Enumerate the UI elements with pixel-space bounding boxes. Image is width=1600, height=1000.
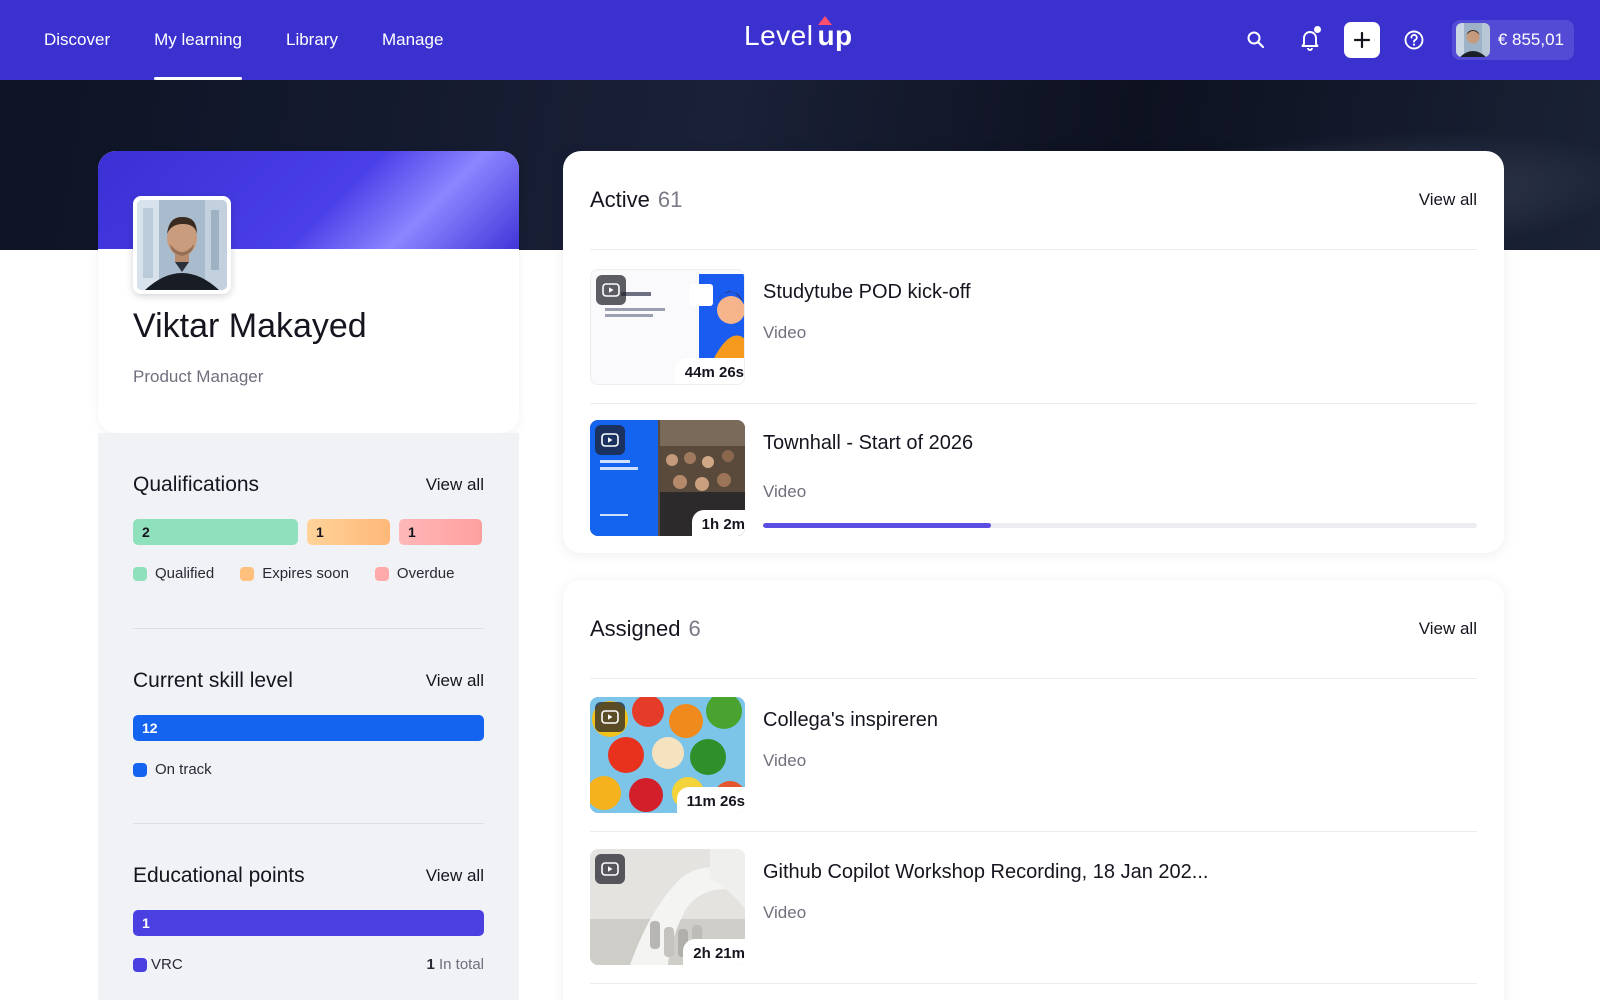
- video-thumbnail: 2h 21m: [590, 849, 745, 965]
- logo-text-up: up: [817, 16, 852, 51]
- legend-on-track: On track: [133, 761, 212, 778]
- nav-my-learning[interactable]: My learning: [154, 0, 242, 80]
- header-actions: € 855,01: [1222, 20, 1574, 60]
- educational-points-legend: VRC 1 In total: [133, 956, 484, 973]
- play-icon: [595, 425, 625, 455]
- avatar: [1455, 23, 1490, 57]
- qualifications-view-all-link[interactable]: View all: [426, 475, 484, 495]
- profile-name: Viktar Makayed: [133, 307, 367, 345]
- qualifications-bar: 2 1 1: [133, 519, 484, 545]
- item-title[interactable]: Studytube POD kick-off: [763, 281, 971, 304]
- video-thumbnail: 1h 2m: [590, 420, 745, 536]
- list-item[interactable]: 44m 26s Studytube POD kick-off Video: [590, 269, 1477, 385]
- card-divider: [590, 831, 1477, 832]
- skill-level-title: Current skill level: [133, 669, 293, 692]
- section-divider: [133, 628, 484, 629]
- section-divider: [133, 823, 484, 824]
- item-type: Video: [763, 751, 807, 770]
- educational-points-total: 1 In total: [426, 956, 484, 973]
- expires-soon-segment[interactable]: 1: [307, 519, 390, 545]
- legend-expires-soon: Expires soon: [240, 565, 349, 582]
- item-title[interactable]: Townhall - Start of 2026: [763, 432, 973, 455]
- list-item[interactable]: 11m 26s Collega's inspireren Video: [590, 697, 1477, 813]
- list-item[interactable]: 1h 2m Townhall - Start of 2026 Video: [590, 420, 1477, 536]
- logo-text-level: Level: [744, 20, 814, 51]
- profile-card: Viktar Makayed Product Manager: [98, 151, 519, 433]
- educational-points-title: Educational points: [133, 864, 305, 887]
- qualified-segment[interactable]: 2: [133, 519, 298, 545]
- play-icon: [595, 854, 625, 884]
- main-nav: Discover My learning Library Manage: [44, 0, 443, 80]
- profile-avatar[interactable]: [133, 196, 231, 294]
- item-type: Video: [763, 323, 807, 342]
- logo-arrow-icon: [818, 16, 833, 25]
- help-button[interactable]: [1394, 20, 1434, 60]
- profile-role: Product Manager: [133, 367, 264, 386]
- item-type: Video: [763, 903, 807, 922]
- play-icon: [595, 702, 625, 732]
- legend-swatch: [133, 957, 147, 972]
- assigned-view-all-link[interactable]: View all: [1419, 619, 1477, 639]
- video-thumbnail: 44m 26s: [590, 269, 745, 385]
- qualifications-legend: Qualified Expires soon Overdue: [133, 565, 484, 582]
- help-icon: [1404, 30, 1424, 50]
- item-type: Video: [763, 482, 807, 501]
- item-title[interactable]: Collega's inspireren: [763, 709, 938, 732]
- active-count: 61: [657, 187, 683, 212]
- educational-points-view-all-link[interactable]: View all: [426, 866, 484, 886]
- legend-swatch: [133, 762, 147, 777]
- top-navigation-bar: Discover My learning Library Manage Leve…: [0, 0, 1600, 80]
- assigned-title: Assigned 6: [590, 616, 701, 641]
- wallet-amount: € 855,01: [1497, 30, 1564, 49]
- app-logo[interactable]: Level up: [744, 16, 853, 52]
- list-item[interactable]: 2h 21m Github Copilot Workshop Recording…: [590, 849, 1477, 965]
- progress-fill: [763, 523, 992, 528]
- user-wallet-button[interactable]: € 855,01: [1451, 20, 1574, 60]
- legend-vrc: VRC: [133, 956, 183, 973]
- skill-level-section: Current skill level View all 12 On track: [133, 669, 484, 778]
- plus-icon: [1353, 31, 1370, 49]
- notifications-button[interactable]: [1290, 20, 1330, 60]
- legend-swatch: [240, 566, 255, 581]
- video-duration: 2h 21m: [683, 939, 745, 965]
- assigned-count: 6: [688, 616, 701, 641]
- card-divider: [590, 249, 1477, 250]
- video-thumbnail: 11m 26s: [590, 697, 745, 813]
- active-title: Active 61: [590, 187, 683, 212]
- assigned-learning-card: Assigned 6 View all 11m 26s Collega's ins…: [563, 580, 1504, 1000]
- active-learning-card: Active 61 View all 44m 26s Studytube POD …: [563, 151, 1504, 553]
- skill-level-view-all-link[interactable]: View all: [426, 671, 484, 691]
- active-view-all-link[interactable]: View all: [1419, 190, 1477, 210]
- legend-swatch: [133, 566, 147, 581]
- educational-points-section: Educational points View all 1 VRC 1 In t…: [133, 864, 484, 973]
- nav-discover[interactable]: Discover: [44, 0, 110, 80]
- overdue-segment[interactable]: 1: [399, 519, 482, 545]
- learning-stats-panel: Qualifications View all 2 1 1 Qualified …: [98, 433, 519, 1000]
- progress-bar: [763, 523, 1477, 528]
- legend-swatch: [374, 566, 389, 581]
- legend-overdue: Overdue: [374, 565, 454, 582]
- search-icon: [1247, 31, 1264, 49]
- item-title[interactable]: Github Copilot Workshop Recording, 18 Ja…: [763, 861, 1208, 884]
- card-divider: [590, 983, 1477, 984]
- play-icon: [596, 275, 626, 305]
- video-duration: 11m 26s: [676, 787, 745, 813]
- notification-dot: [1313, 26, 1321, 33]
- nav-library[interactable]: Library: [286, 0, 338, 80]
- legend-qualified: Qualified: [133, 565, 214, 582]
- nav-manage[interactable]: Manage: [382, 0, 443, 80]
- card-divider: [590, 678, 1477, 679]
- create-button[interactable]: [1343, 22, 1380, 58]
- card-divider: [590, 403, 1477, 404]
- qualifications-title: Qualifications: [133, 473, 260, 496]
- skill-level-bar[interactable]: 12: [133, 715, 484, 741]
- video-duration: 44m 26s: [674, 358, 744, 384]
- video-duration: 1h 2m: [691, 510, 745, 536]
- educational-points-bar[interactable]: 1: [133, 910, 484, 936]
- qualifications-section: Qualifications View all 2 1 1 Qualified …: [133, 473, 484, 582]
- search-button[interactable]: [1236, 20, 1276, 60]
- skill-level-legend: On track: [133, 761, 484, 778]
